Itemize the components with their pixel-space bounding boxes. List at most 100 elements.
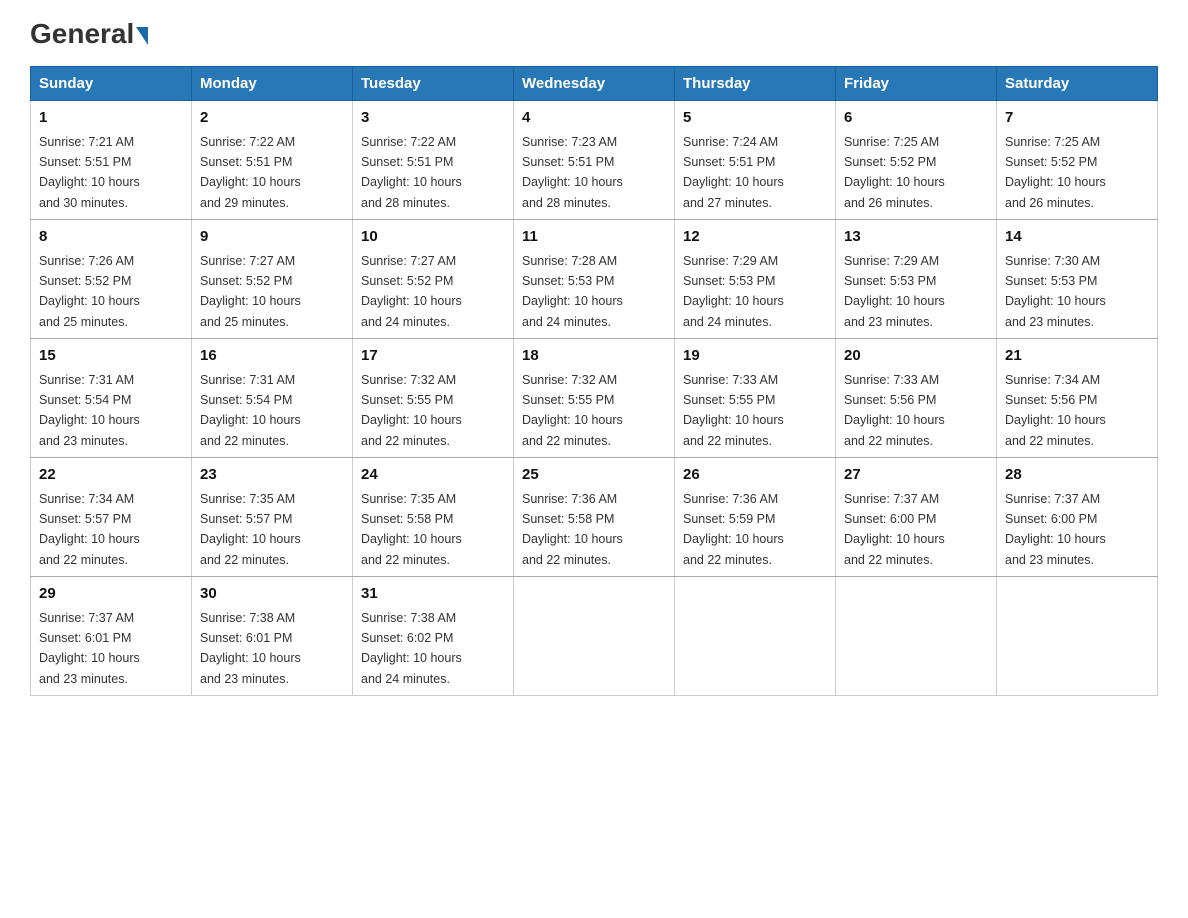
logo: General — [30, 20, 148, 46]
day-info: Sunrise: 7:36 AMSunset: 5:58 PMDaylight:… — [522, 492, 623, 567]
calendar-cell: 16 Sunrise: 7:31 AMSunset: 5:54 PMDaylig… — [192, 339, 353, 458]
day-info: Sunrise: 7:36 AMSunset: 5:59 PMDaylight:… — [683, 492, 784, 567]
day-number: 10 — [361, 226, 505, 249]
calendar-week-row: 15 Sunrise: 7:31 AMSunset: 5:54 PMDaylig… — [31, 339, 1158, 458]
day-number: 25 — [522, 464, 666, 487]
column-header-monday: Monday — [192, 67, 353, 101]
calendar-cell: 7 Sunrise: 7:25 AMSunset: 5:52 PMDayligh… — [997, 101, 1158, 220]
calendar-cell: 2 Sunrise: 7:22 AMSunset: 5:51 PMDayligh… — [192, 101, 353, 220]
logo-triangle-icon — [136, 27, 148, 45]
day-number: 14 — [1005, 226, 1149, 249]
calendar-cell: 8 Sunrise: 7:26 AMSunset: 5:52 PMDayligh… — [31, 220, 192, 339]
calendar-cell — [514, 577, 675, 696]
day-info: Sunrise: 7:22 AMSunset: 5:51 PMDaylight:… — [361, 135, 462, 210]
day-number: 31 — [361, 583, 505, 606]
calendar-cell: 30 Sunrise: 7:38 AMSunset: 6:01 PMDaylig… — [192, 577, 353, 696]
calendar-cell: 17 Sunrise: 7:32 AMSunset: 5:55 PMDaylig… — [353, 339, 514, 458]
calendar-cell: 3 Sunrise: 7:22 AMSunset: 5:51 PMDayligh… — [353, 101, 514, 220]
day-number: 1 — [39, 107, 183, 130]
day-info: Sunrise: 7:33 AMSunset: 5:56 PMDaylight:… — [844, 373, 945, 448]
day-info: Sunrise: 7:29 AMSunset: 5:53 PMDaylight:… — [683, 254, 784, 329]
day-number: 7 — [1005, 107, 1149, 130]
day-number: 13 — [844, 226, 988, 249]
day-number: 22 — [39, 464, 183, 487]
day-info: Sunrise: 7:23 AMSunset: 5:51 PMDaylight:… — [522, 135, 623, 210]
day-number: 29 — [39, 583, 183, 606]
day-number: 2 — [200, 107, 344, 130]
day-number: 16 — [200, 345, 344, 368]
day-number: 19 — [683, 345, 827, 368]
day-info: Sunrise: 7:27 AMSunset: 5:52 PMDaylight:… — [361, 254, 462, 329]
calendar-table: SundayMondayTuesdayWednesdayThursdayFrid… — [30, 66, 1158, 696]
day-number: 11 — [522, 226, 666, 249]
calendar-cell: 29 Sunrise: 7:37 AMSunset: 6:01 PMDaylig… — [31, 577, 192, 696]
calendar-header-row: SundayMondayTuesdayWednesdayThursdayFrid… — [31, 67, 1158, 101]
calendar-cell: 22 Sunrise: 7:34 AMSunset: 5:57 PMDaylig… — [31, 458, 192, 577]
day-info: Sunrise: 7:37 AMSunset: 6:00 PMDaylight:… — [1005, 492, 1106, 567]
day-number: 21 — [1005, 345, 1149, 368]
calendar-cell: 6 Sunrise: 7:25 AMSunset: 5:52 PMDayligh… — [836, 101, 997, 220]
day-info: Sunrise: 7:29 AMSunset: 5:53 PMDaylight:… — [844, 254, 945, 329]
day-info: Sunrise: 7:33 AMSunset: 5:55 PMDaylight:… — [683, 373, 784, 448]
day-number: 20 — [844, 345, 988, 368]
column-header-tuesday: Tuesday — [353, 67, 514, 101]
day-info: Sunrise: 7:38 AMSunset: 6:02 PMDaylight:… — [361, 611, 462, 686]
calendar-cell: 12 Sunrise: 7:29 AMSunset: 5:53 PMDaylig… — [675, 220, 836, 339]
calendar-week-row: 1 Sunrise: 7:21 AMSunset: 5:51 PMDayligh… — [31, 101, 1158, 220]
calendar-cell: 9 Sunrise: 7:27 AMSunset: 5:52 PMDayligh… — [192, 220, 353, 339]
calendar-cell: 14 Sunrise: 7:30 AMSunset: 5:53 PMDaylig… — [997, 220, 1158, 339]
day-info: Sunrise: 7:28 AMSunset: 5:53 PMDaylight:… — [522, 254, 623, 329]
column-header-wednesday: Wednesday — [514, 67, 675, 101]
day-number: 5 — [683, 107, 827, 130]
day-info: Sunrise: 7:30 AMSunset: 5:53 PMDaylight:… — [1005, 254, 1106, 329]
calendar-cell: 13 Sunrise: 7:29 AMSunset: 5:53 PMDaylig… — [836, 220, 997, 339]
day-number: 28 — [1005, 464, 1149, 487]
day-info: Sunrise: 7:25 AMSunset: 5:52 PMDaylight:… — [1005, 135, 1106, 210]
day-info: Sunrise: 7:37 AMSunset: 6:01 PMDaylight:… — [39, 611, 140, 686]
calendar-week-row: 22 Sunrise: 7:34 AMSunset: 5:57 PMDaylig… — [31, 458, 1158, 577]
day-number: 15 — [39, 345, 183, 368]
calendar-cell: 4 Sunrise: 7:23 AMSunset: 5:51 PMDayligh… — [514, 101, 675, 220]
calendar-cell: 10 Sunrise: 7:27 AMSunset: 5:52 PMDaylig… — [353, 220, 514, 339]
day-info: Sunrise: 7:32 AMSunset: 5:55 PMDaylight:… — [522, 373, 623, 448]
day-info: Sunrise: 7:24 AMSunset: 5:51 PMDaylight:… — [683, 135, 784, 210]
calendar-cell: 15 Sunrise: 7:31 AMSunset: 5:54 PMDaylig… — [31, 339, 192, 458]
calendar-cell: 18 Sunrise: 7:32 AMSunset: 5:55 PMDaylig… — [514, 339, 675, 458]
calendar-cell: 27 Sunrise: 7:37 AMSunset: 6:00 PMDaylig… — [836, 458, 997, 577]
day-number: 27 — [844, 464, 988, 487]
calendar-cell: 25 Sunrise: 7:36 AMSunset: 5:58 PMDaylig… — [514, 458, 675, 577]
calendar-cell: 5 Sunrise: 7:24 AMSunset: 5:51 PMDayligh… — [675, 101, 836, 220]
column-header-friday: Friday — [836, 67, 997, 101]
day-info: Sunrise: 7:34 AMSunset: 5:57 PMDaylight:… — [39, 492, 140, 567]
day-number: 6 — [844, 107, 988, 130]
calendar-cell: 24 Sunrise: 7:35 AMSunset: 5:58 PMDaylig… — [353, 458, 514, 577]
day-number: 30 — [200, 583, 344, 606]
day-info: Sunrise: 7:37 AMSunset: 6:00 PMDaylight:… — [844, 492, 945, 567]
column-header-sunday: Sunday — [31, 67, 192, 101]
calendar-week-row: 8 Sunrise: 7:26 AMSunset: 5:52 PMDayligh… — [31, 220, 1158, 339]
calendar-cell: 23 Sunrise: 7:35 AMSunset: 5:57 PMDaylig… — [192, 458, 353, 577]
day-number: 9 — [200, 226, 344, 249]
day-info: Sunrise: 7:31 AMSunset: 5:54 PMDaylight:… — [39, 373, 140, 448]
column-header-thursday: Thursday — [675, 67, 836, 101]
day-info: Sunrise: 7:34 AMSunset: 5:56 PMDaylight:… — [1005, 373, 1106, 448]
day-info: Sunrise: 7:35 AMSunset: 5:58 PMDaylight:… — [361, 492, 462, 567]
day-info: Sunrise: 7:35 AMSunset: 5:57 PMDaylight:… — [200, 492, 301, 567]
day-info: Sunrise: 7:31 AMSunset: 5:54 PMDaylight:… — [200, 373, 301, 448]
column-header-saturday: Saturday — [997, 67, 1158, 101]
day-info: Sunrise: 7:26 AMSunset: 5:52 PMDaylight:… — [39, 254, 140, 329]
day-number: 3 — [361, 107, 505, 130]
day-number: 12 — [683, 226, 827, 249]
day-info: Sunrise: 7:22 AMSunset: 5:51 PMDaylight:… — [200, 135, 301, 210]
day-info: Sunrise: 7:25 AMSunset: 5:52 PMDaylight:… — [844, 135, 945, 210]
day-number: 26 — [683, 464, 827, 487]
calendar-cell: 19 Sunrise: 7:33 AMSunset: 5:55 PMDaylig… — [675, 339, 836, 458]
calendar-cell: 1 Sunrise: 7:21 AMSunset: 5:51 PMDayligh… — [31, 101, 192, 220]
calendar-cell: 11 Sunrise: 7:28 AMSunset: 5:53 PMDaylig… — [514, 220, 675, 339]
day-number: 8 — [39, 226, 183, 249]
calendar-cell: 20 Sunrise: 7:33 AMSunset: 5:56 PMDaylig… — [836, 339, 997, 458]
calendar-week-row: 29 Sunrise: 7:37 AMSunset: 6:01 PMDaylig… — [31, 577, 1158, 696]
day-number: 23 — [200, 464, 344, 487]
day-number: 24 — [361, 464, 505, 487]
day-number: 17 — [361, 345, 505, 368]
